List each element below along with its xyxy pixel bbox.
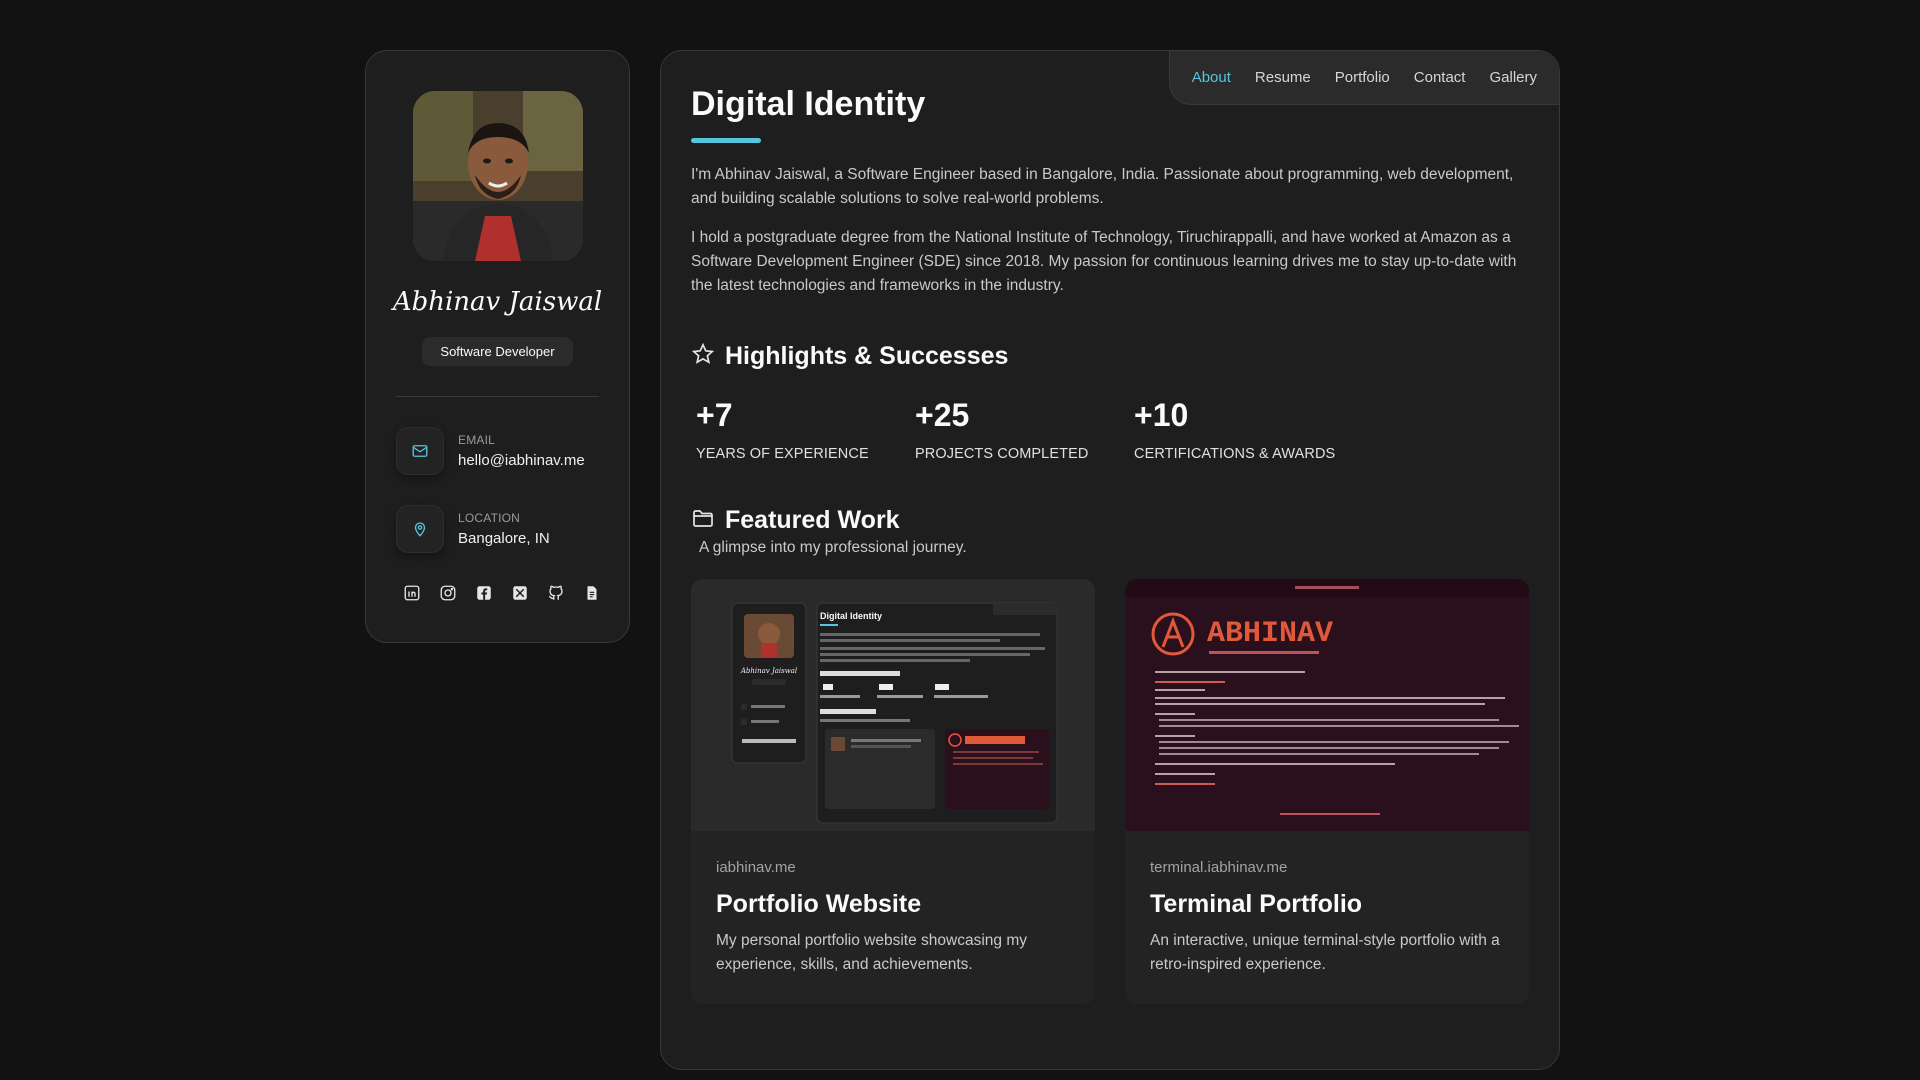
stat-item: +7 YEARS OF EXPERIENCE — [696, 397, 915, 462]
stat-item: +10 CERTIFICATIONS & AWARDS — [1134, 397, 1353, 462]
project-url[interactable]: iabhinav.me — [716, 859, 1070, 876]
project-title: Portfolio Website — [716, 890, 922, 918]
featured-header: Featured Work — [691, 506, 1529, 535]
project-thumbnail: ABHINAV — [1125, 579, 1529, 831]
stat-value: +25 — [915, 397, 970, 433]
email-link[interactable]: hello@iabhinav.me — [458, 452, 585, 469]
x-twitter-icon[interactable] — [510, 583, 529, 602]
card-body: iabhinav.me Portfolio Website My persona… — [691, 831, 1095, 977]
stat-label: PROJECTS COMPLETED — [915, 446, 1089, 462]
stat-label: CERTIFICATIONS & AWARDS — [1134, 446, 1336, 462]
instagram-icon[interactable] — [438, 583, 457, 602]
location-value: Bangalore, IN — [458, 530, 550, 547]
nav-portfolio[interactable]: Portfolio — [1335, 69, 1390, 86]
highlights-header: Highlights & Successes — [691, 342, 1529, 371]
contact-label: EMAIL — [458, 433, 496, 447]
stat-label: YEARS OF EXPERIENCE — [696, 446, 869, 462]
project-description: An interactive, unique terminal-style po… — [1150, 932, 1500, 973]
contact-label: LOCATION — [458, 511, 521, 525]
project-title: Terminal Portfolio — [1150, 890, 1363, 918]
social-links — [402, 583, 629, 602]
location-pin-icon — [396, 505, 444, 553]
linkedin-icon[interactable] — [402, 583, 421, 602]
nav-contact[interactable]: Contact — [1414, 69, 1466, 86]
main-panel: About Resume Portfolio Contact Gallery D… — [660, 50, 1560, 1070]
resume-document-icon[interactable] — [582, 583, 601, 602]
project-thumbnail: Abhinav Jaiswal Digital Identity — [691, 579, 1095, 831]
highlights-title: Highlights & Successes — [725, 342, 1009, 370]
portfolio-thumbnail-graphic: Abhinav Jaiswal Digital Identity — [691, 579, 1095, 831]
card-body: terminal.iabhinav.me Terminal Portfolio … — [1125, 831, 1529, 977]
terminal-banner: ABHINAV — [1207, 617, 1333, 651]
mail-icon — [396, 427, 444, 475]
thumb-heading: Digital Identity — [820, 611, 882, 621]
avatar — [412, 91, 583, 261]
facebook-icon[interactable] — [474, 583, 493, 602]
project-cards: Abhinav Jaiswal Digital Identity iabhina… — [691, 579, 1529, 1004]
stat-item: +25 PROJECTS COMPLETED — [915, 397, 1134, 462]
about-paragraph: I hold a postgraduate degree from the Na… — [691, 229, 1517, 294]
title-underline — [691, 138, 761, 143]
about-text: I'm Abhinav Jaiswal, a Software Engineer… — [691, 163, 1529, 298]
nav-gallery[interactable]: Gallery — [1489, 69, 1537, 86]
avatar-photo — [412, 91, 583, 261]
stat-value: +10 — [1134, 397, 1189, 433]
profile-name: Abhinav Jaiswal — [392, 287, 603, 317]
stat-value: +7 — [696, 397, 733, 433]
profile-sidebar: Abhinav Jaiswal Software Developer EMAIL… — [365, 50, 630, 643]
nav-about[interactable]: About — [1192, 69, 1231, 86]
contact-email: EMAIL hello@iabhinav.me — [396, 427, 629, 475]
project-card-terminal[interactable]: ABHINAV terminal.iabhinav.me Terminal Po… — [1125, 579, 1529, 1004]
thumb-name: Abhinav Jaiswal — [740, 667, 797, 675]
featured-subtitle: A glimpse into my professional journey. — [699, 539, 967, 556]
contact-location: LOCATION Bangalore, IN — [396, 505, 629, 553]
nav-resume[interactable]: Resume — [1255, 69, 1311, 86]
terminal-thumbnail-graphic: ABHINAV — [1125, 579, 1529, 831]
sidebar-divider — [396, 396, 599, 397]
project-description: My personal portfolio website showcasing… — [716, 932, 1027, 973]
featured-title: Featured Work — [725, 506, 900, 534]
folder-icon — [691, 506, 715, 535]
role-badge: Software Developer — [422, 337, 573, 366]
project-card-portfolio[interactable]: Abhinav Jaiswal Digital Identity iabhina… — [691, 579, 1095, 1004]
github-icon[interactable] — [546, 583, 565, 602]
top-nav: About Resume Portfolio Contact Gallery — [1168, 51, 1559, 105]
stats-row: +7 YEARS OF EXPERIENCE +25 PROJECTS COMP… — [696, 397, 1529, 462]
about-paragraph: I'm Abhinav Jaiswal, a Software Engineer… — [691, 166, 1514, 207]
project-url[interactable]: terminal.iabhinav.me — [1150, 859, 1504, 876]
star-icon — [691, 342, 715, 371]
